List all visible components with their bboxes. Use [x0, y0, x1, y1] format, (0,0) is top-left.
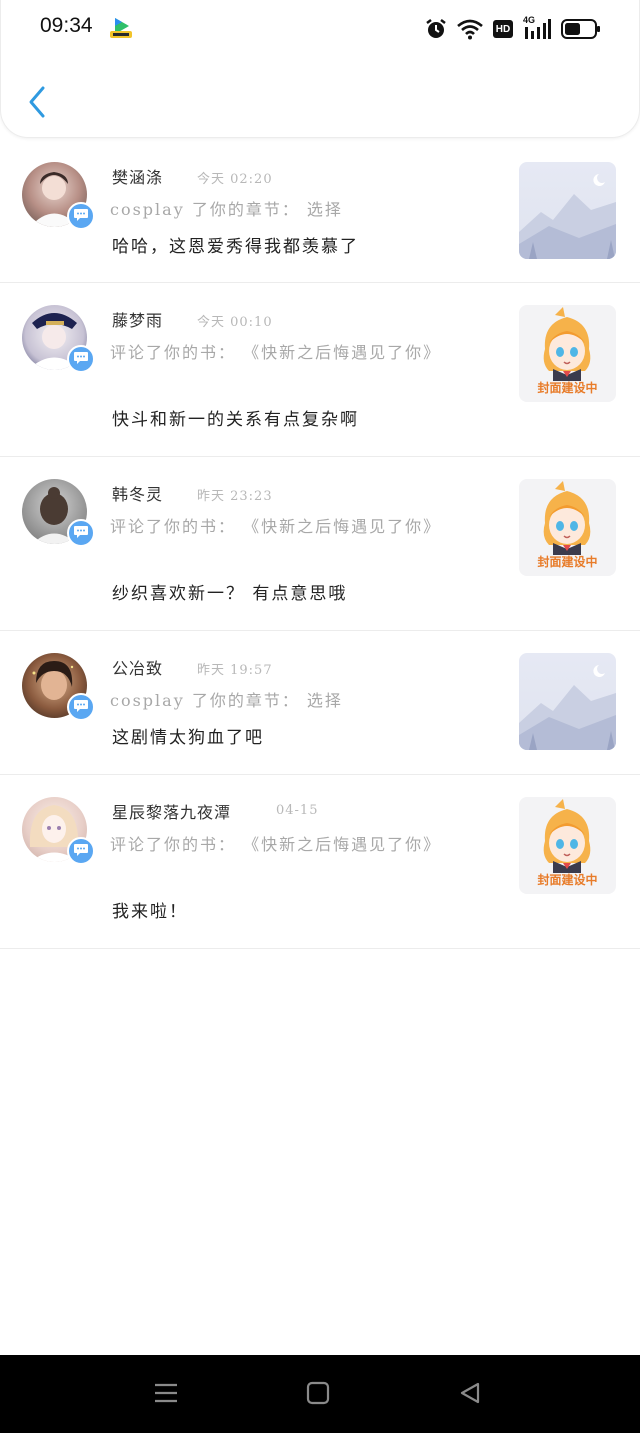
list-item[interactable]: 樊涵涤 今天 02:20 cosplay 了你的章节： 选择 哈哈，这恩爱秀得我…: [0, 140, 640, 283]
chevron-left-icon: [27, 85, 47, 123]
comment-badge: [67, 837, 95, 865]
comment-text: 哈哈，这恩爱秀得我都羡慕了: [112, 237, 359, 257]
comment-badge: [67, 345, 95, 373]
cover-placeholder-label: 封面建设中: [537, 873, 598, 887]
list-item[interactable]: 藤梦雨 今天 00:10 评论了你的书： 《快新之后悔遇见了你》 快斗和新一的关…: [0, 283, 640, 457]
comment-badge: [67, 202, 95, 230]
notification-time: 今天 00:10: [197, 315, 273, 330]
list-item[interactable]: 韩冬灵 昨天 23:23 评论了你的书： 《快新之后悔遇见了你》 纱织喜欢新一？…: [0, 457, 640, 631]
video-app-icon: [109, 17, 133, 39]
notification-time: 昨天 23:23: [197, 489, 273, 504]
notification-context: cosplay 了你的章节： 选择: [110, 691, 343, 710]
notification-time: 今天 02:20: [197, 172, 273, 187]
cover-placeholder-label: 封面建设中: [537, 555, 598, 569]
hd-icon: HD: [493, 20, 513, 38]
hd-label: HD: [495, 23, 511, 35]
comment-icon: [73, 842, 89, 861]
comment-icon: [73, 524, 89, 543]
comment-badge: [67, 519, 95, 547]
comment-text: 这剧情太狗血了吧: [112, 728, 264, 748]
home-button[interactable]: [302, 1379, 334, 1411]
comment-text: 我来啦！: [112, 902, 188, 922]
book-cover[interactable]: [519, 653, 616, 750]
back-button[interactable]: [19, 82, 55, 126]
book-cover[interactable]: 封面建设中: [519, 305, 616, 402]
commenter-name[interactable]: 韩冬灵: [112, 481, 163, 505]
system-navigation-bar: [0, 1355, 640, 1433]
battery-icon: [561, 18, 601, 40]
notification-time: 04-15: [276, 803, 319, 818]
wifi-icon: [457, 18, 483, 40]
notification-context: 评论了你的书： 《快新之后悔遇见了你》: [110, 343, 442, 362]
notification-context: cosplay 了你的章节： 选择: [110, 200, 343, 219]
recent-apps-button[interactable]: [150, 1379, 182, 1411]
home-square-icon: [306, 1381, 330, 1409]
comment-badge: [67, 693, 95, 721]
commenter-name[interactable]: 藤梦雨: [112, 307, 163, 331]
alarm-icon: [425, 18, 447, 40]
comment-text: 纱织喜欢新一？ 有点意思哦: [112, 584, 348, 604]
comment-icon: [73, 207, 89, 226]
commenter-name[interactable]: 樊涵涤: [112, 164, 163, 188]
comment-text: 快斗和新一的关系有点复杂啊: [112, 410, 359, 430]
status-time: 09:34: [40, 14, 93, 37]
notification-context: 评论了你的书： 《快新之后悔遇见了你》: [110, 835, 442, 854]
header: 09:34 HD 4G: [0, 0, 640, 138]
list-item[interactable]: 公冶致 昨天 19:57 cosplay 了你的章节： 选择 这剧情太狗血了吧: [0, 631, 640, 775]
notification-list: 樊涵涤 今天 02:20 cosplay 了你的章节： 选择 哈哈，这恩爱秀得我…: [0, 140, 640, 949]
signal-4g-icon: 4G: [523, 15, 551, 41]
book-cover[interactable]: [519, 162, 616, 259]
status-icons: HD 4G: [425, 15, 601, 43]
notification-context: 评论了你的书： 《快新之后悔遇见了你》: [110, 517, 442, 536]
system-back-button[interactable]: [454, 1379, 486, 1411]
back-triangle-icon: [458, 1381, 482, 1409]
cover-placeholder-label: 封面建设中: [537, 381, 598, 395]
notification-time: 昨天 19:57: [197, 663, 273, 678]
book-cover[interactable]: 封面建设中: [519, 797, 616, 894]
commenter-name[interactable]: 星辰黎落九夜潭: [112, 799, 231, 823]
comment-icon: [73, 350, 89, 369]
status-bar: 09:34 HD 4G: [1, 0, 640, 58]
menu-icon: [153, 1382, 179, 1408]
commenter-name[interactable]: 公冶致: [112, 655, 163, 679]
list-item[interactable]: 星辰黎落九夜潭 04-15 评论了你的书： 《快新之后悔遇见了你》 我来啦！ 封…: [0, 775, 640, 949]
book-cover[interactable]: 封面建设中: [519, 479, 616, 576]
comment-icon: [73, 698, 89, 717]
